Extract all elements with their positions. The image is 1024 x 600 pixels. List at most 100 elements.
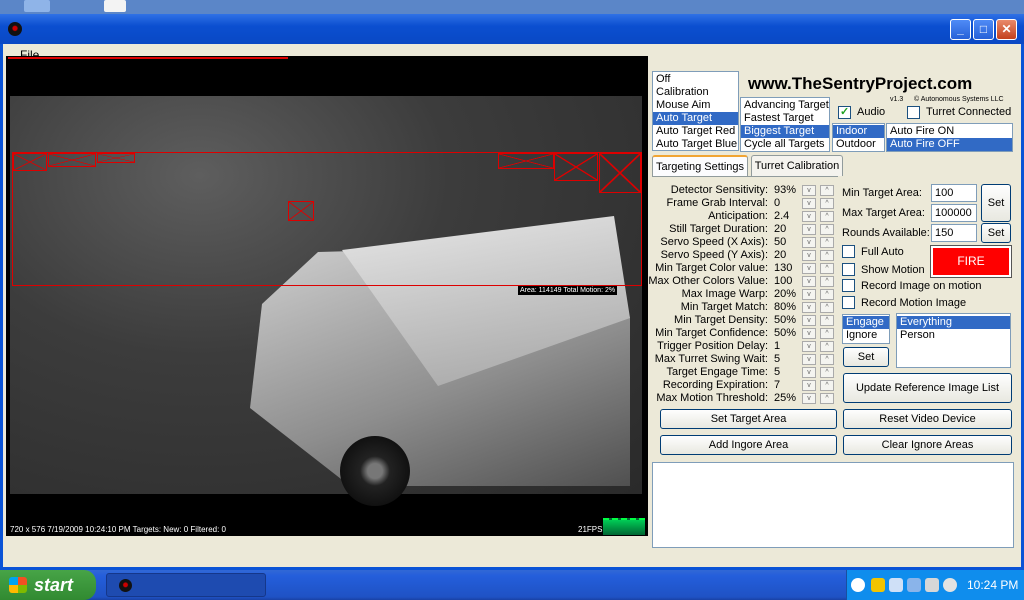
- increase-button[interactable]: ^: [820, 224, 834, 235]
- decrease-button[interactable]: v: [802, 263, 816, 274]
- record-image-on-motion-checkbox[interactable]: [842, 279, 855, 292]
- increase-button[interactable]: ^: [820, 263, 834, 274]
- increase-button[interactable]: ^: [820, 393, 834, 404]
- minimize-button[interactable]: _: [950, 19, 971, 40]
- min-target-area-input[interactable]: 100: [931, 184, 977, 202]
- engage-item[interactable]: Ignore: [843, 329, 889, 342]
- decrease-button[interactable]: v: [802, 315, 816, 326]
- autofire-list[interactable]: Auto Fire ON Auto Fire OFF: [886, 123, 1013, 152]
- increase-button[interactable]: ^: [820, 341, 834, 352]
- show-motion-checkbox[interactable]: [842, 263, 855, 276]
- decrease-button[interactable]: v: [802, 185, 816, 196]
- desktop-document-icon[interactable]: [104, 0, 126, 12]
- decrease-button[interactable]: v: [802, 237, 816, 248]
- increase-button[interactable]: ^: [820, 354, 834, 365]
- increase-button[interactable]: ^: [820, 211, 834, 222]
- target-selection-item[interactable]: Cycle all Targets: [741, 138, 829, 151]
- log-output[interactable]: [652, 462, 1014, 548]
- setting-value: 80%: [774, 301, 797, 313]
- chevron-left-icon[interactable]: [851, 578, 865, 592]
- desktop-shortcut-icon[interactable]: [24, 0, 50, 12]
- rounds-available-input[interactable]: 150: [931, 224, 977, 242]
- engage-list[interactable]: Engage Ignore: [842, 314, 890, 344]
- set-class-button[interactable]: Set: [843, 347, 889, 367]
- target-selection-item[interactable]: Biggest Target: [741, 125, 829, 138]
- environment-list[interactable]: Indoor Outdoor: [832, 123, 885, 152]
- decrease-button[interactable]: v: [802, 354, 816, 365]
- taskbar-app-button[interactable]: [106, 573, 266, 597]
- increase-button[interactable]: ^: [820, 185, 834, 196]
- increase-button[interactable]: ^: [820, 380, 834, 391]
- mode-item[interactable]: Auto Target: [653, 112, 738, 125]
- mode-item[interactable]: Auto Target Blue: [653, 138, 738, 151]
- full-auto-checkbox[interactable]: [842, 245, 855, 258]
- target-selection-item[interactable]: Fastest Target: [741, 112, 829, 125]
- mode-item[interactable]: Mouse Aim: [653, 99, 738, 112]
- target-selection-list[interactable]: Advancing Target Fastest Target Biggest …: [740, 97, 830, 152]
- decrease-button[interactable]: v: [802, 393, 816, 404]
- reset-video-device-button[interactable]: Reset Video Device: [843, 409, 1012, 429]
- decrease-button[interactable]: v: [802, 276, 816, 287]
- increase-button[interactable]: ^: [820, 367, 834, 378]
- decrease-button[interactable]: v: [802, 250, 816, 261]
- tab-turret-calibration[interactable]: Turret Calibration: [751, 155, 843, 176]
- decrease-button[interactable]: v: [802, 224, 816, 235]
- setting-row: Trigger Position Delay: 1 v ^: [652, 340, 838, 353]
- increase-button[interactable]: ^: [820, 198, 834, 209]
- audio-checkbox[interactable]: [838, 105, 851, 119]
- set-rounds-button[interactable]: Set: [981, 223, 1011, 243]
- update-reference-image-list-button[interactable]: Update Reference Image List: [843, 373, 1012, 403]
- class-item[interactable]: Everything: [897, 316, 1010, 329]
- engage-item[interactable]: Engage: [843, 316, 889, 329]
- fire-button[interactable]: FIRE: [930, 245, 1012, 278]
- clear-ignore-areas-button[interactable]: Clear Ignore Areas: [843, 435, 1012, 455]
- set-area-button[interactable]: Set: [981, 184, 1011, 222]
- turret-connected-checkbox[interactable]: [907, 106, 920, 119]
- mode-item[interactable]: Off: [653, 73, 738, 86]
- decrease-button[interactable]: v: [802, 341, 816, 352]
- increase-button[interactable]: ^: [820, 237, 834, 248]
- app-icon[interactable]: [8, 22, 22, 36]
- start-button[interactable]: start: [0, 570, 96, 600]
- decrease-button[interactable]: v: [802, 328, 816, 339]
- motion-area-label: Area: 114149 Total Motion: 2%: [518, 286, 618, 295]
- video-feed[interactable]: Area: 114149 Total Motion: 2% 720 x 576 …: [6, 56, 648, 536]
- environment-item[interactable]: Indoor: [833, 125, 884, 138]
- decrease-button[interactable]: v: [802, 380, 816, 391]
- monitor-icon[interactable]: [907, 578, 921, 592]
- shield-icon[interactable]: [871, 578, 885, 592]
- setting-value: 7: [774, 379, 781, 391]
- environment-item[interactable]: Outdoor: [833, 138, 884, 151]
- increase-button[interactable]: ^: [820, 289, 834, 300]
- volume-icon[interactable]: [925, 578, 939, 592]
- sync-icon[interactable]: [943, 578, 957, 592]
- decrease-button[interactable]: v: [802, 211, 816, 222]
- decrease-button[interactable]: v: [802, 302, 816, 313]
- max-target-area-input[interactable]: 100000: [931, 204, 977, 222]
- network-icon[interactable]: [889, 578, 903, 592]
- close-button[interactable]: ✕: [996, 19, 1017, 40]
- increase-button[interactable]: ^: [820, 250, 834, 261]
- class-item[interactable]: Person: [897, 329, 1010, 342]
- add-ignore-area-button[interactable]: Add Ingore Area: [660, 435, 837, 455]
- decrease-button[interactable]: v: [802, 198, 816, 209]
- target-selection-item[interactable]: Advancing Target: [741, 99, 829, 112]
- tab-targeting-settings[interactable]: Targeting Settings: [652, 155, 748, 176]
- increase-button[interactable]: ^: [820, 276, 834, 287]
- mode-item[interactable]: Auto Target Red: [653, 125, 738, 138]
- autofire-item[interactable]: Auto Fire OFF: [887, 138, 1012, 151]
- title-bar[interactable]: _ □ ✕: [0, 14, 1024, 44]
- mode-item[interactable]: Calibration: [653, 86, 738, 99]
- decrease-button[interactable]: v: [802, 367, 816, 378]
- set-target-area-button[interactable]: Set Target Area: [660, 409, 837, 429]
- class-list[interactable]: Everything Person: [896, 313, 1011, 368]
- increase-button[interactable]: ^: [820, 302, 834, 313]
- increase-button[interactable]: ^: [820, 315, 834, 326]
- decrease-button[interactable]: v: [802, 289, 816, 300]
- mode-list[interactable]: Off Calibration Mouse Aim Auto Target Au…: [652, 71, 739, 151]
- increase-button[interactable]: ^: [820, 328, 834, 339]
- maximize-button[interactable]: □: [973, 19, 994, 40]
- autofire-item[interactable]: Auto Fire ON: [887, 125, 1012, 138]
- max-target-area-label: Max Target Area:: [842, 207, 925, 219]
- record-motion-image-checkbox[interactable]: [842, 296, 855, 309]
